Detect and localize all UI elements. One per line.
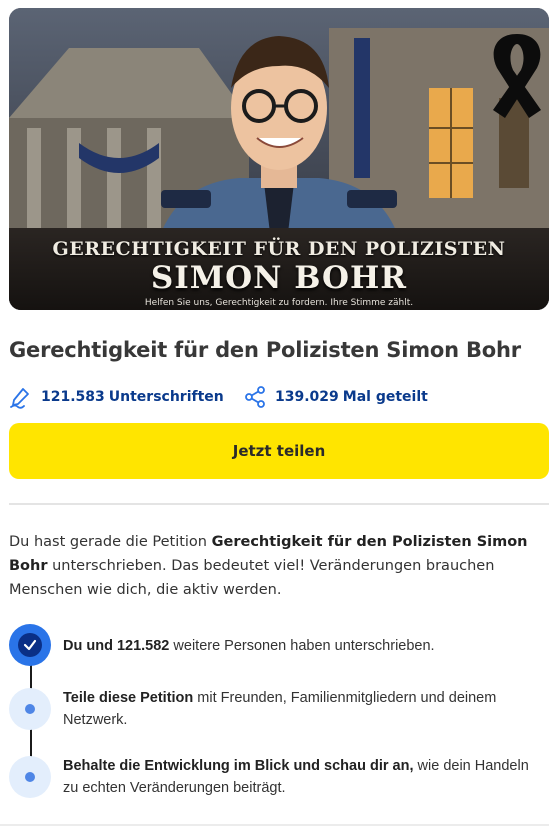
signatures-stat: 121.583 Unterschriften (9, 385, 224, 409)
shares-stat: 139.029 Mal geteilt (243, 385, 428, 409)
step-dot-icon (25, 772, 35, 782)
step-2-text: Teile diese Petition mit Freunden, Famil… (63, 687, 543, 731)
hero-title-line1: GERECHTIGKEIT FÜR DEN POLIZISTEN (52, 238, 506, 260)
step-1-bold: Du und 121.582 (63, 638, 170, 654)
step-3-pending-indicator (9, 756, 51, 798)
petition-title: Gerechtigkeit für den Polizisten Simon B… (9, 338, 521, 362)
step-3-bold: Behalte die Entwicklung im Blick und sch… (63, 758, 414, 774)
section-divider (9, 503, 549, 505)
signatures-label: Unterschriften (108, 389, 224, 405)
step-dot-icon (25, 704, 35, 714)
confirmation-text: Du hast gerade die Petition Gerechtigkei… (9, 530, 543, 602)
mourning-ribbon-icon (481, 30, 549, 122)
signatures-count: 121.583 (41, 389, 105, 405)
hero-title-line2: SIMON BOHR (150, 260, 408, 296)
share-icon (243, 385, 267, 409)
step-2-bold: Teile diese Petition (63, 690, 194, 706)
step-1-done-indicator (9, 624, 51, 666)
checkmark-icon (18, 633, 42, 657)
share-now-button[interactable]: Jetzt teilen (9, 423, 549, 479)
step-2-pending-indicator (9, 688, 51, 730)
pen-signature-icon (9, 385, 33, 409)
intro-part2: unterschrieben. Das bedeutet viel! Verän… (9, 558, 495, 598)
step-1-text: Du und 121.582 weitere Personen haben un… (63, 635, 543, 657)
shares-label: Mal geteilt (342, 389, 428, 405)
petition-hero-image: GERECHTIGKEIT FÜR DEN POLIZISTEN SIMON B… (9, 8, 549, 310)
step-1-rest: weitere Personen haben unterschrieben. (169, 638, 435, 654)
page: GERECHTIGKEIT FÜR DEN POLIZISTEN SIMON B… (0, 0, 549, 826)
shares-count: 139.029 (275, 389, 339, 405)
intro-part1: Du hast gerade die Petition (9, 534, 212, 550)
step-3-text: Behalte die Entwicklung im Blick und sch… (63, 755, 543, 799)
hero-subtitle: Helfen Sie uns, Gerechtigkeit zu fordern… (144, 298, 414, 308)
